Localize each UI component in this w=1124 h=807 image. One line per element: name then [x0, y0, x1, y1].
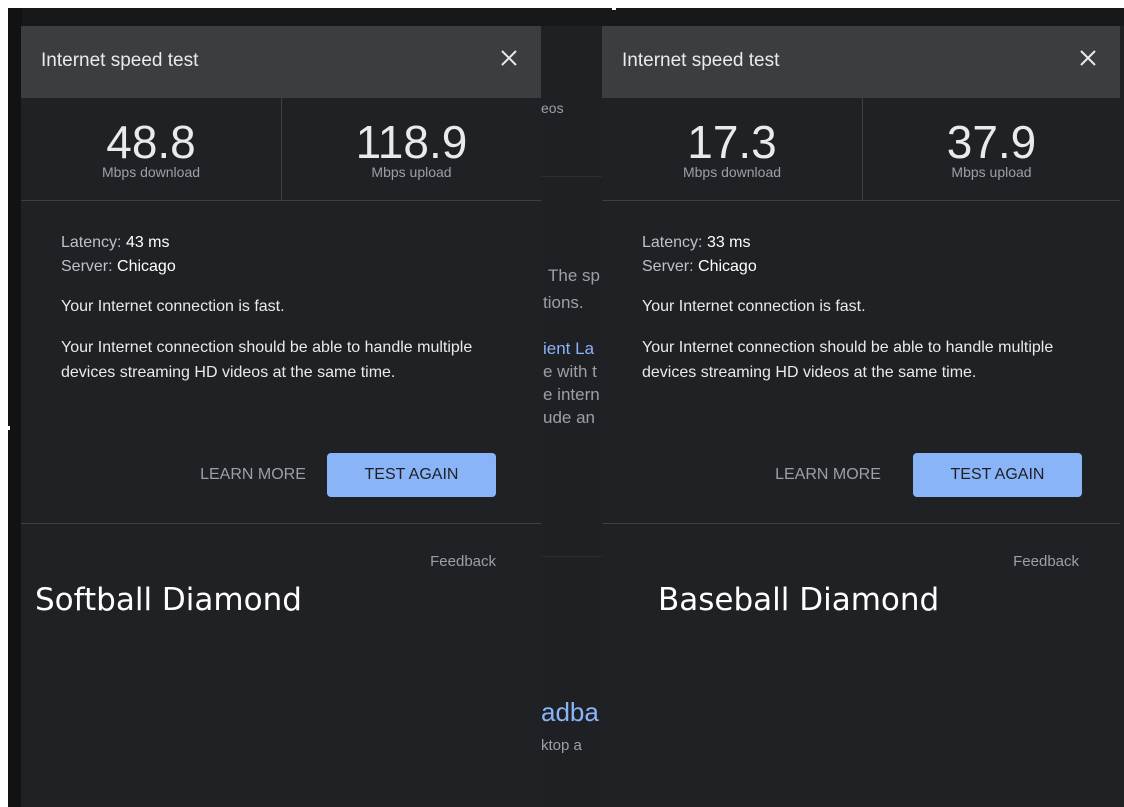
image-caption: Baseball Diamond [658, 582, 940, 618]
speed-test-panel-left: Internet speed test 48.8 Mbps download 1… [21, 26, 541, 807]
feedback-link[interactable]: Feedback [430, 553, 496, 570]
background-text: ktop a [541, 737, 582, 754]
panel-title: Internet speed test [622, 50, 780, 71]
background-text: e intern [543, 385, 600, 404]
latency-value: 33 ms [706, 234, 751, 251]
latency-value: 43 ms [125, 234, 170, 251]
background-divider [541, 556, 602, 557]
upload-value: 37.9 [946, 116, 1037, 168]
download-value: 17.3 [687, 116, 777, 168]
download-unit: Mbps download [101, 164, 201, 180]
background-divider [541, 176, 602, 177]
upload-unit: Mbps upload [951, 164, 1032, 180]
background-text: e with t [543, 362, 597, 381]
feedback-link[interactable]: Feedback [1013, 553, 1079, 570]
latency-line: Latency: 33 ms [642, 231, 1090, 255]
connection-status: Your Internet connection is fast. [642, 298, 866, 315]
background-left-edge [8, 8, 22, 807]
speed-metrics: 17.3 Mbps download 37.9 Mbps upload [602, 98, 1120, 201]
speed-metrics: 48.8 Mbps download 118.9 Mbps upload [21, 98, 541, 201]
server-label: Server: [642, 258, 699, 275]
background-link[interactable]: adba [541, 697, 599, 728]
learn-more-button[interactable]: LEARN MORE [758, 453, 898, 497]
background-text: ude an [543, 408, 595, 427]
upload-metric: 37.9 Mbps upload [863, 98, 1120, 200]
panel-header: Internet speed test [21, 26, 541, 98]
footer-divider [21, 523, 541, 524]
learn-more-button[interactable]: LEARN MORE [183, 453, 323, 497]
download-metric: 48.8 Mbps download [21, 98, 282, 200]
server-value: Chicago [698, 258, 757, 275]
download-unit: Mbps download [682, 164, 782, 180]
background-link[interactable]: ient La [543, 339, 594, 359]
upload-value: 118.9 [355, 116, 468, 168]
panel-title: Internet speed test [41, 50, 199, 71]
test-details: Latency: 43 ms Server: Chicago Your Inte… [61, 231, 511, 385]
test-again-button[interactable]: TEST AGAIN [327, 453, 496, 497]
server-label: Server: [61, 258, 118, 275]
speed-test-panel-right: Internet speed test 17.3 Mbps download 3… [602, 26, 1120, 807]
close-icon[interactable] [1076, 46, 1100, 70]
latency-label: Latency: [642, 234, 707, 251]
latency-line: Latency: 43 ms [61, 231, 511, 255]
selection-marker-top [612, 6, 616, 10]
background-text: tions. [543, 293, 584, 312]
footer-divider [602, 523, 1120, 524]
latency-label: Latency: [61, 234, 126, 251]
connection-status: Your Internet connection is fast. [61, 298, 285, 315]
panel-header: Internet speed test [602, 26, 1120, 98]
selection-marker-left [6, 426, 10, 430]
test-again-button[interactable]: TEST AGAIN [913, 453, 1082, 497]
background-text: eos [541, 100, 564, 116]
close-icon[interactable] [497, 46, 521, 70]
server-line: Server: Chicago [642, 255, 1090, 279]
server-value: Chicago [117, 258, 176, 275]
upload-metric: 118.9 Mbps upload [282, 98, 541, 200]
background-text: The sp [548, 266, 600, 285]
server-line: Server: Chicago [61, 255, 511, 279]
test-details: Latency: 33 ms Server: Chicago Your Inte… [642, 231, 1090, 385]
upload-unit: Mbps upload [371, 164, 452, 180]
background-top-strip [8, 8, 1124, 26]
connection-description: Your Internet connection should be able … [642, 339, 1054, 381]
download-value: 48.8 [106, 116, 196, 168]
connection-description: Your Internet connection should be able … [61, 339, 473, 381]
image-caption: Softball Diamond [35, 582, 302, 618]
download-metric: 17.3 Mbps download [602, 98, 863, 200]
